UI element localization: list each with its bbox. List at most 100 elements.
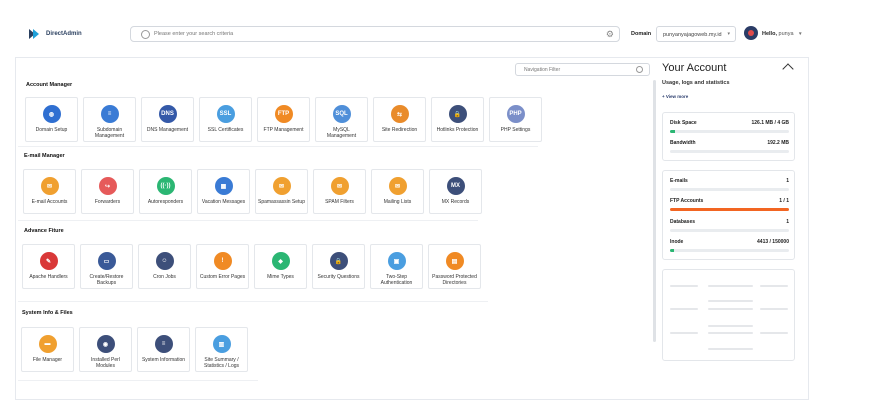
view-more-link[interactable]: + View more (662, 94, 730, 99)
stat-value: 192.2 MB (767, 140, 789, 146)
tile-label: Site Summary / Statistics / Logs (203, 357, 239, 369)
section-title-advance-fiture: Advance Fiture (24, 228, 64, 234)
section-title-email-manager: E-mail Manager (24, 153, 65, 159)
section-divider (18, 146, 538, 147)
skeleton-line (708, 285, 753, 287)
tile-spam-filters[interactable]: ✉ SPAM Filters (313, 169, 366, 214)
lock-icon: 🔒 (448, 105, 467, 123)
sidebar-subtitle: Usage, logs and statistics (662, 80, 730, 86)
search-icon (636, 66, 643, 73)
tile-custom-error-pages[interactable]: ! Custom Error Pages (196, 244, 249, 289)
directadmin-logo-icon (29, 29, 39, 39)
usage-card-2: E-mails 1 FTP Accounts 1 / 1 Databases 1 In… (662, 170, 795, 260)
tile-label: Custom Error Pages (199, 274, 246, 280)
skeleton-line (708, 308, 753, 310)
tile-mime-types[interactable]: ◆ Mime Types (254, 244, 307, 289)
tile-label: SSL Certificates (207, 127, 244, 133)
tile-installed-perl-modules[interactable]: ◉ Installed Perl Modules (79, 327, 132, 372)
folder-icon: ▬ (38, 335, 57, 353)
tile-php-settings[interactable]: PHP PHP Settings (489, 97, 542, 142)
tile-label: Site Redirection (381, 127, 418, 133)
tile-apache-handlers[interactable]: ✎ Apache Handlers (22, 244, 75, 289)
tile-mailing-lists[interactable]: ✉ Mailing Lists (371, 169, 424, 214)
stat-value: 1 (786, 219, 789, 225)
tile-create-restore-backups[interactable]: ▭ Create/Restore Backups (80, 244, 133, 289)
progress-bar (670, 208, 789, 211)
scrollbar[interactable] (653, 80, 656, 342)
tile-autoresponders[interactable]: ((·)) Autoresponders (139, 169, 192, 214)
tile-vacation-messages[interactable]: ▦ Vacation Messages (197, 169, 250, 214)
tile-password-protected-directories[interactable]: ▤ Password Protected Directories (428, 244, 481, 289)
stat-value: 1 (786, 178, 789, 184)
tile-domain-setup[interactable]: ◍ Domain Setup (25, 97, 78, 142)
feather-icon: ✎ (39, 252, 58, 270)
page: DirectAdmin ⚙ Domain punyanyajagoweb.my.… (0, 0, 871, 414)
tile-subdomain-management[interactable]: ≡ Subdomain Management (83, 97, 136, 142)
tile-e-mail-accounts[interactable]: ✉ E-mail Accounts (23, 169, 76, 214)
tiles-account-manager: ◍ Domain Setup ≡ Subdomain Management DNS DNS… (25, 97, 542, 142)
tile-spamassassin-setup[interactable]: ✉ Spamassassin Setup (255, 169, 308, 214)
username: punya (778, 31, 794, 37)
tile-label: Create/Restore Backups (89, 274, 124, 286)
navigation-filter[interactable]: Navigation Filter (515, 63, 650, 76)
envelope-icon: ✉ (272, 177, 291, 195)
tile-label: DNS Management (146, 127, 189, 133)
progress-bar (670, 188, 789, 191)
hello-label: Hello, (762, 31, 777, 37)
section-divider (18, 220, 478, 221)
lock-icon: 🔒 (329, 252, 348, 270)
tile-forwarders[interactable]: ↪ Forwarders (81, 169, 134, 214)
tile-label: MySQL Management (326, 127, 357, 139)
ftp-icon: FTP (274, 105, 293, 123)
perl-icon: ◉ (96, 335, 115, 353)
tile-dns-management[interactable]: DNS DNS Management (141, 97, 194, 142)
tile-label: MX Records (441, 199, 470, 205)
tiles-advance-fiture: ✎ Apache Handlers ▭ Create/Restore Backups ☺… (22, 244, 481, 289)
tile-label: Hotlinks Protection (436, 127, 479, 133)
top-bar: DirectAdmin ⚙ Domain punyanyajagoweb.my.… (0, 0, 871, 56)
tile-security-questions[interactable]: 🔒 Security Questions (312, 244, 365, 289)
stat-disk-space: Disk Space 126.1 MB / 4 GB (670, 120, 789, 133)
tile-label: Password Protected Directories (432, 274, 477, 286)
logo[interactable]: DirectAdmin (28, 27, 82, 41)
tiles-email-manager: ✉ E-mail Accounts ↪ Forwarders ((·)) Autoresp… (23, 169, 482, 214)
tile-two-step-authentication[interactable]: ▣ Two-Step Authentication (370, 244, 423, 289)
stat-inode: Inode 4413 / 150000 (670, 239, 789, 252)
tile-label: Forwarders (94, 199, 121, 205)
progress-bar (670, 150, 789, 153)
tile-system-information[interactable]: ≡ System Information (137, 327, 190, 372)
gear-icon[interactable]: ⚙ (606, 30, 614, 39)
tile-ftp-management[interactable]: FTP FTP Management (257, 97, 310, 142)
tile-site-redirection[interactable]: ⇆ Site Redirection (373, 97, 426, 142)
tile-label: Mime Types (267, 274, 294, 280)
user-menu[interactable]: Hello, punya ▾ (762, 31, 802, 37)
tile-label: Subdomain Management (94, 127, 125, 139)
forward-icon: ↪ (98, 177, 117, 195)
broadcast-icon: ((·)) (156, 177, 175, 195)
stat-value: 126.1 MB / 4 GB (751, 120, 789, 126)
sql-icon: SQL (332, 105, 351, 123)
mx-icon: MX (446, 177, 465, 195)
section-title-system-info: System Info & Files (22, 310, 73, 316)
domain-select[interactable]: punyanyajagoweb.my.id ▾ (656, 26, 736, 42)
tile-mx-records[interactable]: MX MX Records (429, 169, 482, 214)
envelope-icon: ✉ (40, 177, 59, 195)
envelope-icon: ✉ (388, 177, 407, 195)
progress-fill (670, 130, 675, 133)
domain-label: Domain (631, 31, 652, 37)
stat-label: Databases (670, 219, 696, 225)
navigation-filter-placeholder: Navigation Filter (524, 67, 561, 73)
tile-cron-jobs[interactable]: ☺ Cron Jobs (138, 244, 191, 289)
tile-ssl-certificates[interactable]: SSL SSL Certificates (199, 97, 252, 142)
skeleton-line (708, 348, 753, 350)
tile-site-summary-statistics-logs[interactable]: ▥ Site Summary / Statistics / Logs (195, 327, 248, 372)
avatar[interactable] (744, 26, 758, 40)
tile-mysql-management[interactable]: SQL MySQL Management (315, 97, 368, 142)
monitor-icon: ▣ (387, 252, 406, 270)
tile-hotlinks-protection[interactable]: 🔒 Hotlinks Protection (431, 97, 484, 142)
tile-file-manager[interactable]: ▬ File Manager (21, 327, 74, 372)
search-input[interactable] (154, 31, 584, 37)
your-account-panel: Your Account Usage, logs and statistics … (662, 62, 794, 99)
tile-label: Installed Perl Modules (91, 357, 120, 369)
domain-value: punyanyajagoweb.my.id (663, 32, 722, 38)
